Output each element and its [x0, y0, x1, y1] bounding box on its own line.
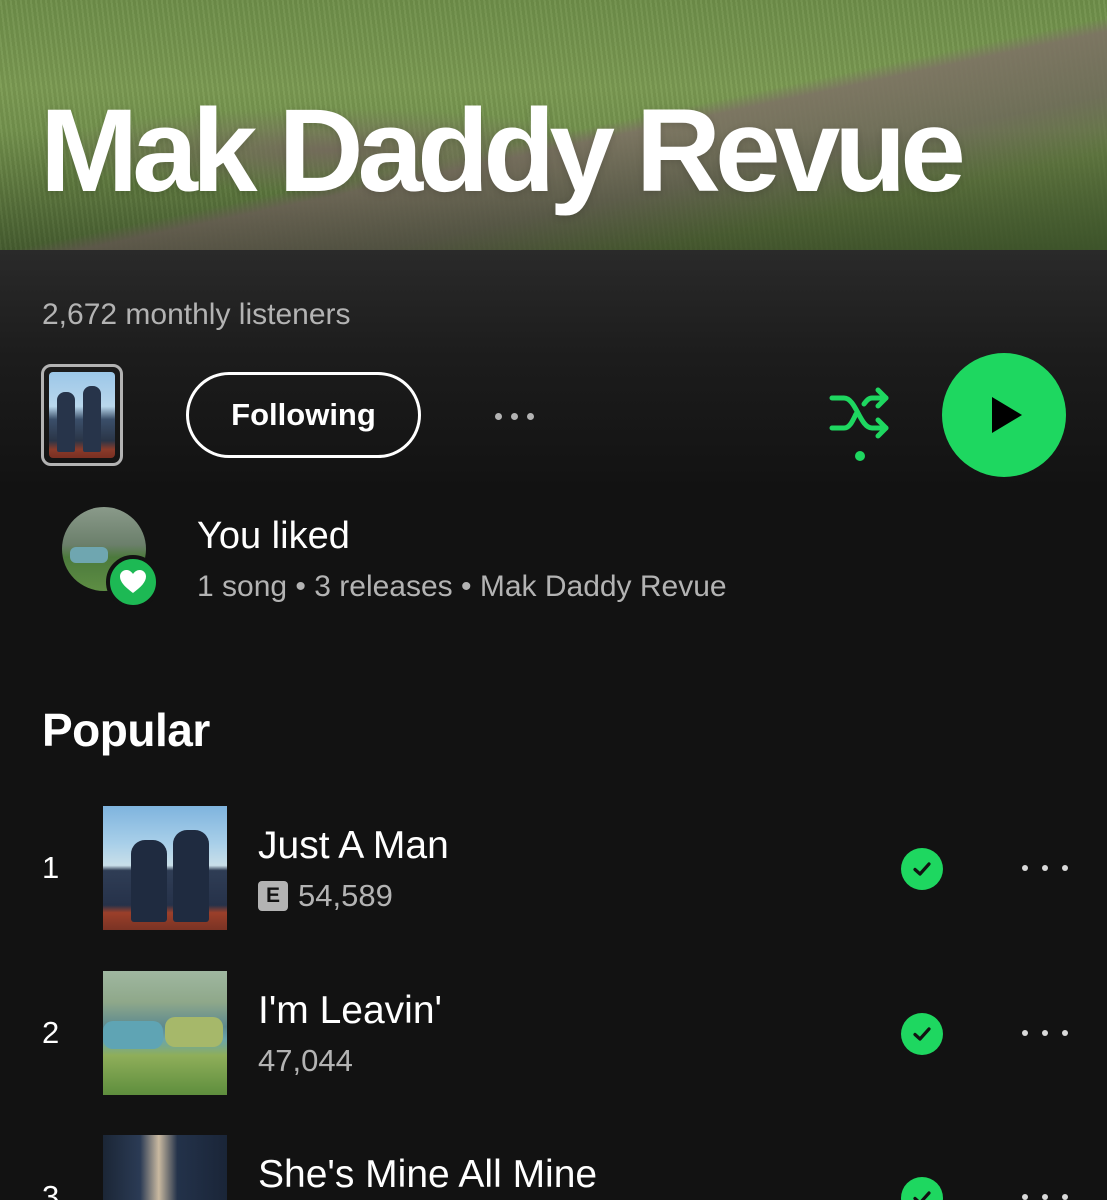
more-dot — [1042, 865, 1048, 871]
artist-pick-cover[interactable] — [41, 364, 123, 466]
shuffle-icon — [829, 387, 889, 461]
artist-page: Mak Daddy Revue 2,672 monthly listeners … — [0, 0, 1107, 1200]
check-icon — [913, 862, 931, 876]
more-dot — [1062, 865, 1068, 871]
artist-pick-image — [49, 372, 115, 458]
more-options-button[interactable] — [484, 396, 544, 436]
track-cover — [103, 1135, 227, 1200]
track-row[interactable]: 1 Just A Man E 54,589 — [0, 806, 1107, 930]
track-plays: 47,044 — [258, 1043, 353, 1078]
track-title: I'm Leavin' — [258, 989, 442, 1032]
more-dot — [526, 412, 534, 420]
monthly-listeners: 2,672 monthly listeners — [42, 298, 351, 331]
track-cover — [103, 806, 227, 930]
artist-name: Mak Daddy Revue — [40, 85, 966, 217]
header-gradient — [0, 250, 1107, 490]
liked-badge — [106, 555, 160, 609]
track-number: 1 — [42, 850, 60, 885]
track-more-button[interactable] — [1022, 1021, 1068, 1045]
downloaded-check-icon — [901, 1013, 943, 1055]
track-number: 3 — [42, 1179, 60, 1200]
downloaded-check-icon — [901, 848, 943, 890]
check-icon — [913, 1027, 931, 1041]
you-liked-title[interactable]: You liked — [197, 515, 350, 558]
play-button[interactable] — [942, 353, 1066, 477]
more-dot — [1042, 1194, 1048, 1200]
more-horizontal-icon — [1022, 1030, 1028, 1036]
you-liked-subtitle: 1 song • 3 releases • Mak Daddy Revue — [197, 570, 727, 603]
track-cover — [103, 971, 227, 1095]
heart-icon — [120, 570, 146, 593]
track-number: 2 — [42, 1015, 60, 1050]
track-row[interactable]: 3 She's Mine All Mine — [0, 1135, 1107, 1200]
following-button[interactable]: Following — [186, 372, 421, 458]
downloaded-check-icon — [901, 1177, 943, 1200]
track-meta: 47,044 — [258, 1043, 353, 1079]
more-horizontal-icon — [494, 412, 502, 420]
more-dot — [1062, 1194, 1068, 1200]
track-more-button[interactable] — [1022, 1185, 1068, 1200]
more-horizontal-icon — [1022, 1194, 1028, 1200]
track-title: She's Mine All Mine — [258, 1153, 598, 1196]
explicit-badge: E — [258, 881, 288, 911]
popular-heading: Popular — [42, 704, 210, 756]
more-dot — [1042, 1030, 1048, 1036]
track-meta: E 54,589 — [258, 878, 393, 914]
play-icon — [992, 397, 1022, 433]
shuffle-button[interactable] — [826, 384, 894, 466]
more-dot — [1062, 1030, 1068, 1036]
track-title: Just A Man — [258, 824, 449, 867]
more-horizontal-icon — [1022, 865, 1028, 871]
check-icon — [913, 1191, 931, 1200]
track-more-button[interactable] — [1022, 856, 1068, 880]
track-plays: 54,589 — [298, 878, 393, 913]
more-dot — [510, 412, 518, 420]
track-row[interactable]: 2 I'm Leavin' 47,044 — [0, 971, 1107, 1095]
